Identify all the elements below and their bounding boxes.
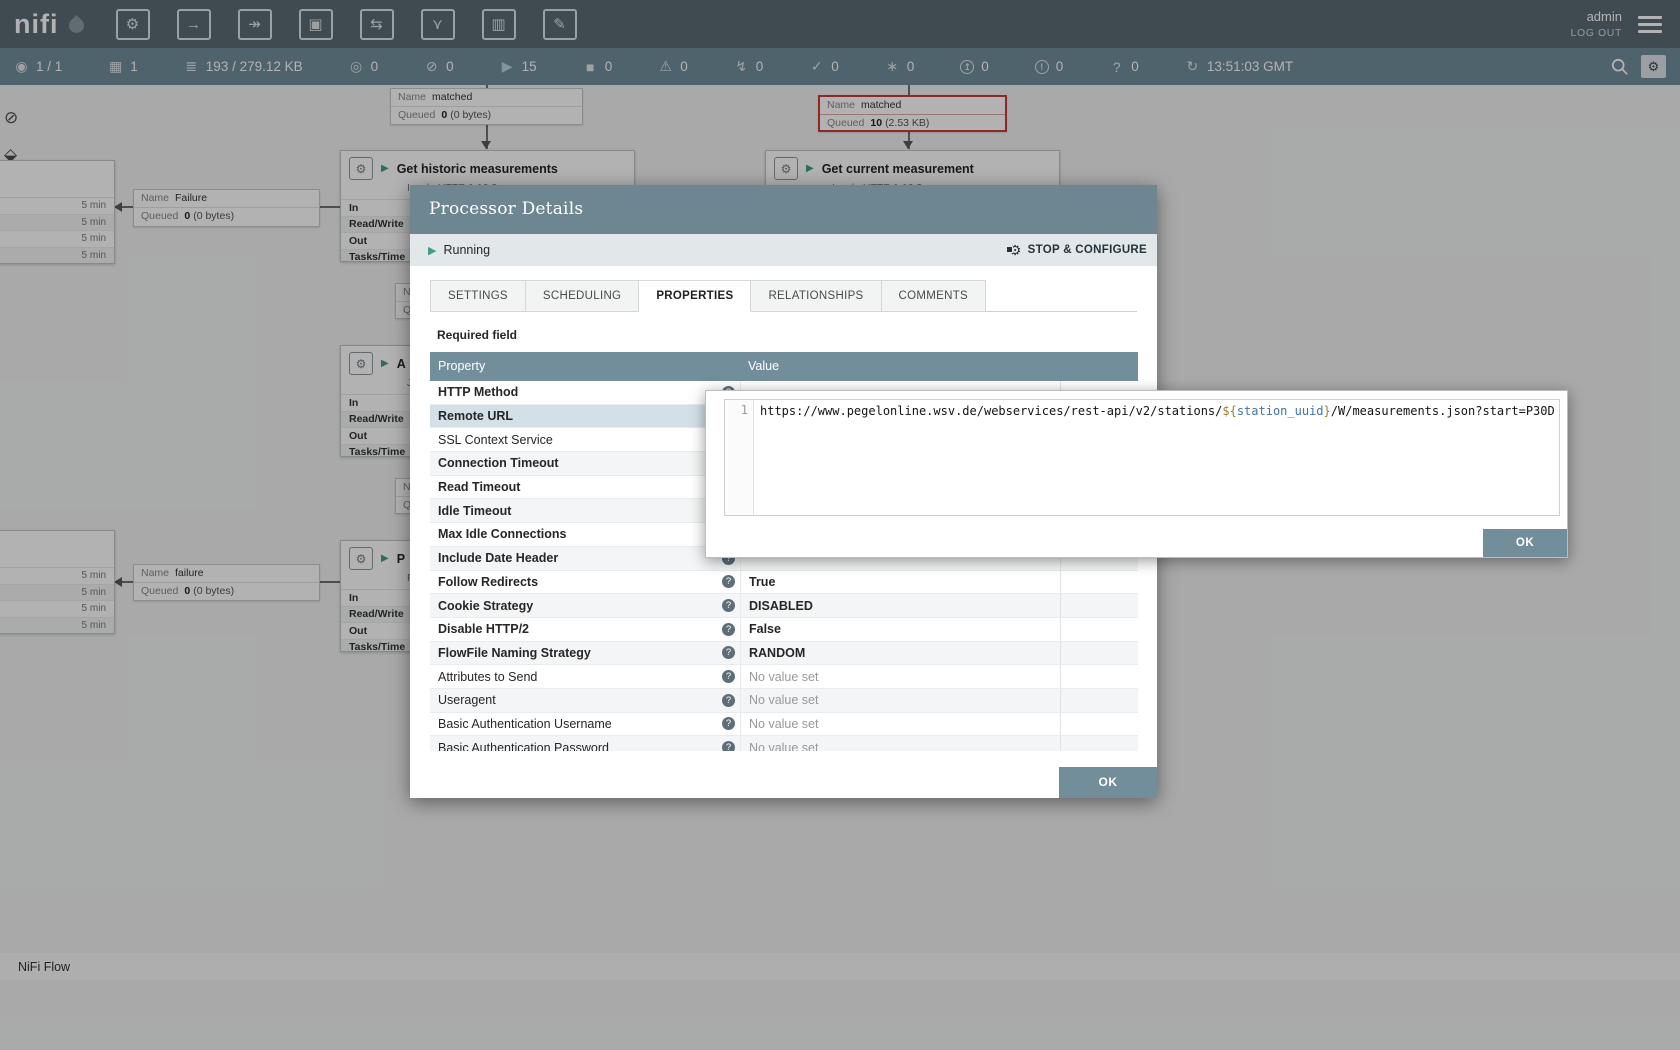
stop-and-configure-button[interactable]: ⚙ STOP & CONFIGURE (1009, 242, 1147, 259)
property-extra-cell (1060, 689, 1138, 712)
property-name-cell: Include Date Header? (430, 547, 740, 570)
property-name: SSL Context Service (438, 433, 553, 447)
help-icon[interactable]: ? (722, 646, 735, 659)
tab-relationships[interactable]: RELATIONSHIPS (751, 280, 881, 312)
property-column-header: Property (430, 352, 740, 381)
property-name-cell: Connection Timeout? (430, 452, 740, 475)
property-name: Useragent (438, 693, 496, 707)
tab-scheduling[interactable]: SCHEDULING (526, 280, 639, 312)
stop-configure-label: STOP & CONFIGURE (1028, 244, 1147, 256)
property-value-cell[interactable]: True (740, 571, 1060, 594)
property-row[interactable]: Disable HTTP/2?False (430, 618, 1138, 642)
property-name-cell: Idle Timeout? (430, 499, 740, 522)
property-name: Attributes to Send (438, 670, 537, 684)
help-icon[interactable]: ? (722, 670, 735, 683)
dialog-title: Processor Details (410, 185, 1157, 234)
nifi-app: nifi ⚙→↠▣⇆⋎▥✎ admin LOG OUT ◉1 / 1▦1≣193… (0, 0, 1680, 1050)
property-extra-cell (1060, 571, 1138, 594)
property-name: Include Date Header (438, 551, 558, 565)
property-row[interactable]: Useragent?No value set (430, 689, 1138, 713)
property-name-cell: Disable HTTP/2? (430, 618, 740, 641)
property-name-cell: SSL Context Service? (430, 428, 740, 451)
code-segment-bracket: ${ (1222, 404, 1236, 418)
property-value-cell[interactable]: No value set (740, 665, 1060, 688)
required-field-label: Required field (437, 328, 1157, 342)
code-segment-plain: https://www.pegelonline.wsv.de/webservic… (760, 404, 1222, 418)
property-name: HTTP Method (438, 385, 518, 399)
property-name: Disable HTTP/2 (438, 622, 529, 636)
property-row[interactable]: Basic Authentication Password?No value s… (430, 736, 1138, 751)
property-name-cell: Max Idle Connections? (430, 523, 740, 546)
property-name: Cookie Strategy (438, 599, 533, 613)
property-name-cell: Basic Authentication Password? (430, 736, 740, 751)
help-icon[interactable]: ? (722, 575, 735, 588)
property-row[interactable]: Cookie Strategy?DISABLED (430, 594, 1138, 618)
property-value-cell[interactable]: No value set (740, 689, 1060, 712)
properties-table-header: Property Value (430, 352, 1138, 381)
value-editor-content[interactable]: https://www.pegelonline.wsv.de/webservic… (754, 400, 1559, 515)
processor-run-status: Running (443, 243, 490, 257)
line-number-gutter: 1 (725, 400, 754, 515)
dialog-tabs: SETTINGSSCHEDULINGPROPERTIESRELATIONSHIP… (430, 280, 1137, 312)
property-value-cell[interactable]: DISABLED (740, 594, 1060, 617)
property-name-cell: HTTP Method? (430, 381, 740, 404)
property-extra-cell (1060, 594, 1138, 617)
property-extra-cell (1060, 713, 1138, 736)
help-icon[interactable]: ? (722, 741, 735, 751)
property-value-cell[interactable]: False (740, 618, 1060, 641)
property-name: Max Idle Connections (438, 527, 567, 541)
help-icon[interactable]: ? (722, 623, 735, 636)
tab-comments[interactable]: COMMENTS (882, 280, 986, 312)
property-extra-cell (1060, 642, 1138, 665)
property-name-cell: Follow Redirects? (430, 571, 740, 594)
property-row[interactable]: Attributes to Send?No value set (430, 665, 1138, 689)
property-name: Remote URL (438, 409, 513, 423)
property-name-cell: FlowFile Naming Strategy? (430, 642, 740, 665)
property-row[interactable]: FlowFile Naming Strategy?RANDOM (430, 642, 1138, 666)
editor-ok-button[interactable]: OK (1483, 529, 1567, 557)
property-name: Basic Authentication Password (438, 741, 609, 751)
property-row[interactable]: Basic Authentication Username?No value s… (430, 713, 1138, 737)
property-value-cell[interactable]: No value set (740, 736, 1060, 751)
property-value-cell[interactable]: No value set (740, 713, 1060, 736)
property-name-cell: Cookie Strategy? (430, 594, 740, 617)
dialog-ok-button[interactable]: OK (1059, 767, 1157, 798)
property-name-cell: Useragent? (430, 689, 740, 712)
help-icon[interactable]: ? (722, 694, 735, 707)
property-value-editor-popup: 1 https://www.pegelonline.wsv.de/webserv… (705, 390, 1568, 558)
tab-properties[interactable]: PROPERTIES (639, 280, 751, 312)
property-name-cell: Basic Authentication Username? (430, 713, 740, 736)
dialog-status-row: ▶ Running ⚙ STOP & CONFIGURE (410, 234, 1157, 266)
help-icon[interactable]: ? (722, 717, 735, 730)
property-name-cell: Read Timeout? (430, 476, 740, 499)
property-name: Basic Authentication Username (438, 717, 612, 731)
property-extra-cell (1060, 665, 1138, 688)
property-extra-cell (1060, 618, 1138, 641)
stop-configure-icon: ⚙ (1009, 242, 1022, 259)
running-icon: ▶ (428, 244, 436, 257)
property-name: Idle Timeout (438, 504, 511, 518)
property-name-cell: Remote URL? (430, 405, 740, 428)
property-row[interactable]: Follow Redirects?True (430, 571, 1138, 595)
help-icon[interactable]: ? (722, 599, 735, 612)
code-segment-parameter: station_uuid (1237, 404, 1324, 418)
value-editor[interactable]: 1 https://www.pegelonline.wsv.de/webserv… (724, 399, 1560, 516)
code-segment-bracket: } (1324, 404, 1331, 418)
property-value-cell[interactable]: RANDOM (740, 642, 1060, 665)
value-column-header: Value (740, 352, 779, 381)
tab-settings[interactable]: SETTINGS (430, 280, 526, 312)
property-name-cell: Attributes to Send? (430, 665, 740, 688)
property-name: Read Timeout (438, 480, 520, 494)
property-name: Follow Redirects (438, 575, 538, 589)
property-name: FlowFile Naming Strategy (438, 646, 591, 660)
property-name: Connection Timeout (438, 456, 559, 470)
code-segment-plain: /W/measurements.json?start=P30D (1331, 404, 1555, 418)
property-extra-cell (1060, 736, 1138, 751)
